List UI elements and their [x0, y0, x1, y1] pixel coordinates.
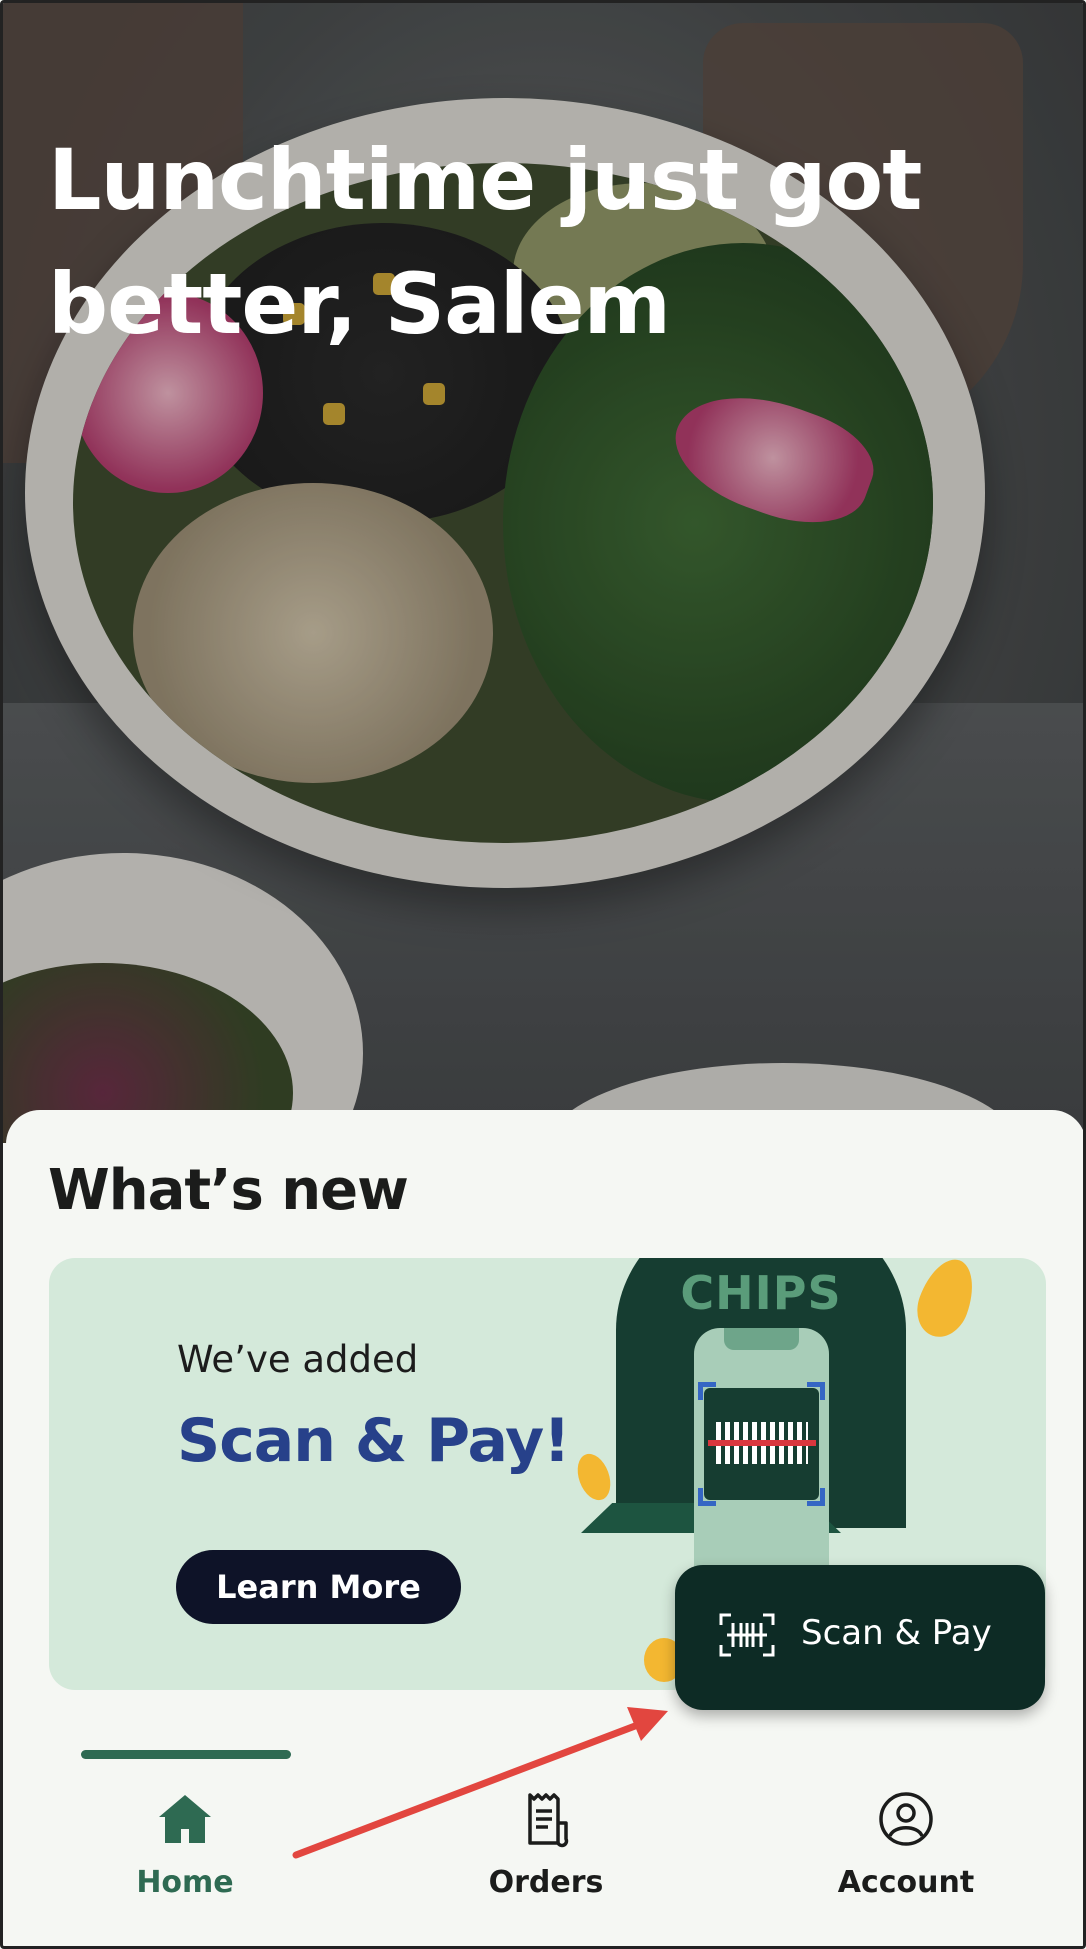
nav-label-account: Account: [837, 1865, 975, 1900]
scan-and-pay-label: Scan & Pay: [801, 1613, 992, 1653]
chip-decoration-icon: [908, 1258, 984, 1345]
promo-subtitle: We’ve added: [177, 1338, 419, 1381]
nav-label-orders: Orders: [488, 1865, 604, 1900]
account-icon: [879, 1792, 933, 1846]
app-screen: Lunchtime just got better, Salem What’s …: [0, 0, 1086, 1949]
nav-item-home[interactable]: Home: [85, 1789, 285, 1929]
hero-banner: Lunchtime just got better, Salem: [3, 3, 1083, 1143]
chip-decoration-icon: [571, 1449, 617, 1505]
nav-item-account[interactable]: Account: [806, 1789, 1006, 1929]
hero-title: Lunchtime just got better, Salem: [48, 131, 922, 353]
promo-headline: Scan & Pay!: [177, 1406, 571, 1476]
learn-more-button[interactable]: Learn More: [176, 1550, 461, 1624]
chips-sign-label: CHIPS: [680, 1266, 842, 1320]
barcode-scan-icon: [719, 1613, 775, 1657]
whats-new-title: What’s new: [48, 1158, 409, 1223]
bottom-navigation: Home Orders Account: [3, 1773, 1083, 1946]
nav-label-home: Home: [136, 1865, 234, 1900]
nav-item-orders[interactable]: Orders: [446, 1789, 646, 1929]
home-icon: [159, 1795, 211, 1843]
active-tab-indicator: [81, 1750, 291, 1759]
receipt-icon: [528, 1793, 569, 1848]
scan-and-pay-button[interactable]: Scan & Pay: [675, 1565, 1045, 1710]
